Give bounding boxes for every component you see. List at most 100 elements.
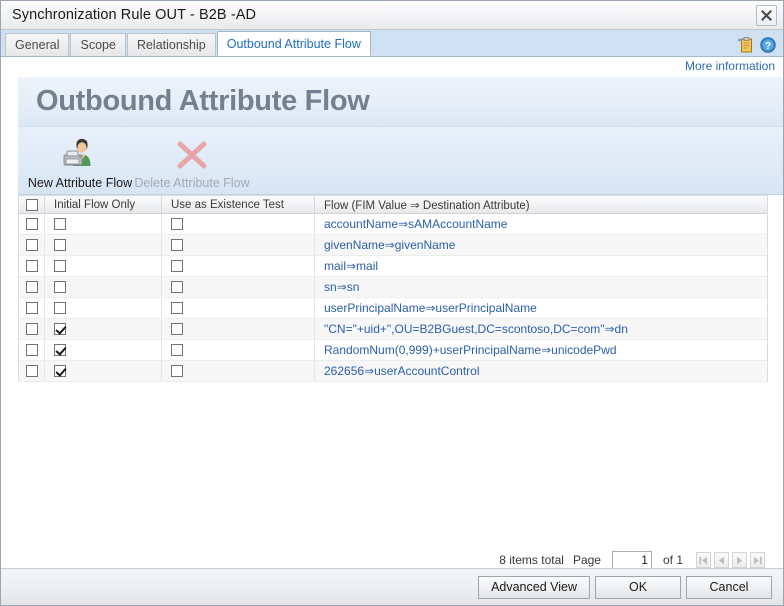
- tab-strip: General Scope Relationship Outbound Attr…: [1, 30, 783, 57]
- initial-flow-only-checkbox[interactable]: [54, 218, 66, 230]
- row-select-checkbox[interactable]: [25, 344, 38, 356]
- clipboard-icon[interactable]: [738, 37, 753, 53]
- use-as-existence-test-checkbox[interactable]: [171, 302, 183, 314]
- use-as-existence-test-checkbox[interactable]: [171, 344, 183, 356]
- row-select-cell: [19, 256, 45, 276]
- table-row[interactable]: 262656⇒userAccountControl: [19, 361, 767, 382]
- pagination-nav-buttons: [696, 552, 765, 568]
- red-x-icon: [177, 141, 207, 169]
- initial-flow-only-checkbox[interactable]: [54, 344, 66, 356]
- table-row[interactable]: userPrincipalName⇒userPrincipalName: [19, 298, 767, 319]
- next-page-button[interactable]: [732, 552, 747, 568]
- initial-flow-only-checkbox[interactable]: [54, 365, 66, 377]
- tab-relationship[interactable]: Relationship: [126, 33, 216, 56]
- first-page-button[interactable]: [696, 552, 711, 568]
- close-icon: [761, 10, 772, 21]
- use-as-existence-test-cell: [162, 256, 315, 276]
- table-row[interactable]: RandomNum(0,999)+userPrincipalName⇒unico…: [19, 340, 767, 361]
- initial-flow-only-cell: [45, 319, 162, 339]
- tab-scope-label: Scope: [80, 38, 116, 52]
- first-page-icon: [699, 556, 707, 564]
- more-information-link[interactable]: More information: [685, 59, 775, 73]
- initial-flow-only-checkbox[interactable]: [54, 239, 66, 251]
- last-page-button[interactable]: [750, 552, 765, 568]
- items-total-label: 8 items total: [499, 553, 564, 567]
- title-bar: Synchronization Rule OUT - B2B -AD: [1, 1, 783, 30]
- use-as-existence-test-checkbox[interactable]: [171, 281, 183, 293]
- row-select-checkbox[interactable]: [25, 302, 38, 314]
- initial-flow-only-cell: [45, 214, 162, 234]
- help-icon[interactable]: ?: [760, 37, 776, 53]
- flow-expression-link[interactable]: accountName⇒sAMAccountName: [324, 217, 507, 231]
- initial-flow-only-cell: [45, 235, 162, 255]
- tab-outbound-attribute-flow[interactable]: Outbound Attribute Flow: [216, 31, 371, 56]
- table-row[interactable]: accountName⇒sAMAccountName: [19, 214, 767, 235]
- svg-text:?: ?: [765, 41, 771, 52]
- flow-cell: userPrincipalName⇒userPrincipalName: [315, 298, 767, 318]
- use-as-existence-test-cell: [162, 235, 315, 255]
- row-select-cell: [19, 214, 45, 234]
- flow-expression-link[interactable]: sn⇒sn: [324, 280, 359, 294]
- row-select-checkbox[interactable]: [25, 239, 38, 251]
- initial-flow-only-checkbox[interactable]: [54, 302, 66, 314]
- dialog-body: Outbound Attribute Flow New Attribute Fl…: [1, 77, 783, 585]
- sync-rule-dialog: Synchronization Rule OUT - B2B -AD Gener…: [0, 0, 784, 606]
- more-information-bar: More information: [1, 57, 783, 77]
- flow-cell: RandomNum(0,999)+userPrincipalName⇒unico…: [315, 340, 767, 360]
- flow-expression-link[interactable]: givenName⇒givenName: [324, 238, 455, 252]
- close-button[interactable]: [756, 5, 777, 26]
- use-as-existence-test-checkbox[interactable]: [171, 323, 183, 335]
- flow-expression-link[interactable]: userPrincipalName⇒userPrincipalName: [324, 301, 537, 315]
- initial-flow-only-checkbox[interactable]: [54, 323, 66, 335]
- new-attribute-flow-button[interactable]: New Attribute Flow: [24, 128, 136, 190]
- flow-cell: accountName⇒sAMAccountName: [315, 214, 767, 234]
- grid-body: accountName⇒sAMAccountName givenName⇒give…: [19, 214, 767, 382]
- flow-expression-link[interactable]: "CN="+uid+",OU=B2BGuest,DC=scontoso,DC=c…: [324, 322, 628, 336]
- initial-flow-only-checkbox[interactable]: [54, 260, 66, 272]
- initial-flow-only-cell: [45, 361, 162, 381]
- flow-cell: mail⇒mail: [315, 256, 767, 276]
- use-as-existence-test-checkbox[interactable]: [171, 239, 183, 251]
- ok-button[interactable]: OK: [595, 575, 681, 599]
- row-select-cell: [19, 319, 45, 339]
- row-select-checkbox[interactable]: [25, 365, 38, 377]
- table-row[interactable]: givenName⇒givenName: [19, 235, 767, 256]
- row-select-checkbox[interactable]: [25, 260, 38, 272]
- row-select-checkbox[interactable]: [25, 218, 38, 230]
- use-as-existence-test-cell: [162, 214, 315, 234]
- tab-strip-actions: ?: [738, 37, 776, 53]
- tab-general[interactable]: General: [5, 33, 70, 56]
- use-as-existence-test-checkbox[interactable]: [171, 260, 183, 272]
- row-select-checkbox[interactable]: [25, 323, 38, 335]
- flow-expression-link[interactable]: 262656⇒userAccountControl: [324, 364, 479, 378]
- page-label: Page: [572, 553, 601, 567]
- delete-attribute-flow-button[interactable]: Delete Attribute Flow: [134, 128, 250, 190]
- flow-cell: givenName⇒givenName: [315, 235, 767, 255]
- table-row[interactable]: "CN="+uid+",OU=B2BGuest,DC=scontoso,DC=c…: [19, 319, 767, 340]
- grid-header-flow: Flow (FIM Value ⇒ Destination Attribute): [315, 196, 767, 213]
- flow-expression-link[interactable]: mail⇒mail: [324, 259, 378, 273]
- page-title: Outbound Attribute Flow: [36, 85, 370, 117]
- flow-expression-link[interactable]: RandomNum(0,999)+userPrincipalName⇒unico…: [324, 343, 617, 357]
- use-as-existence-test-checkbox[interactable]: [171, 365, 183, 377]
- advanced-view-button[interactable]: Advanced View: [478, 575, 590, 599]
- tab-scope[interactable]: Scope: [70, 33, 126, 56]
- delete-attribute-flow-icon-wrap: [175, 137, 209, 173]
- initial-flow-only-checkbox[interactable]: [54, 281, 66, 293]
- initial-flow-only-cell: [45, 277, 162, 297]
- new-attribute-flow-label: New Attribute Flow: [27, 176, 133, 190]
- page-banner: Outbound Attribute Flow: [18, 77, 783, 127]
- table-row[interactable]: mail⇒mail: [19, 256, 767, 277]
- select-all-checkbox[interactable]: [25, 198, 38, 211]
- initial-flow-only-cell: [45, 256, 162, 276]
- initial-flow-only-cell: [45, 340, 162, 360]
- cancel-button[interactable]: Cancel: [686, 575, 772, 599]
- row-select-checkbox[interactable]: [25, 281, 38, 293]
- previous-page-button[interactable]: [714, 552, 729, 568]
- use-as-existence-test-checkbox[interactable]: [171, 218, 183, 230]
- last-page-icon: [754, 556, 762, 564]
- page-number-input[interactable]: [611, 551, 652, 569]
- tab-general-label: General: [15, 38, 60, 52]
- dialog-footer: Advanced View OK Cancel: [1, 568, 783, 605]
- table-row[interactable]: sn⇒sn: [19, 277, 767, 298]
